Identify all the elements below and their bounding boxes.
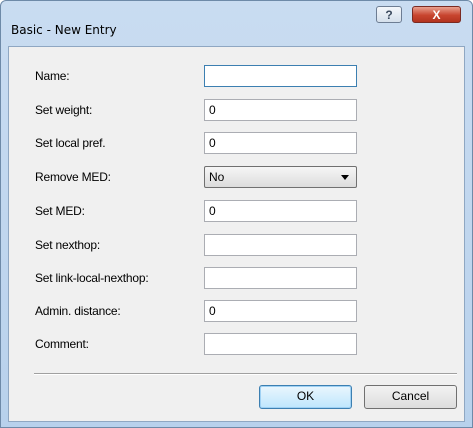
title-bar[interactable]: Basic - New Entry ? X <box>1 1 472 37</box>
admin-distance-label: Admin. distance: <box>35 304 121 318</box>
set-local-pref-row: Set local pref. 0 <box>9 132 464 154</box>
dialog-window: Basic - New Entry ? X Name: Set weight: … <box>0 0 473 428</box>
remove-med-value: No <box>209 170 225 184</box>
close-button[interactable]: X <box>412 6 461 23</box>
set-link-local-nexthop-label: Set link-local-nexthop: <box>35 271 149 285</box>
separator <box>34 373 457 375</box>
set-local-pref-input[interactable]: 0 <box>204 132 357 154</box>
comment-row: Comment: <box>9 333 464 355</box>
remove-med-label: Remove MED: <box>35 170 111 184</box>
name-input[interactable] <box>204 65 357 87</box>
name-label: Name: <box>35 69 70 83</box>
chevron-down-icon <box>341 175 349 180</box>
name-row: Name: <box>9 65 464 87</box>
set-nexthop-row: Set nexthop: <box>9 234 464 256</box>
set-link-local-nexthop-row: Set link-local-nexthop: <box>9 267 464 289</box>
remove-med-row: Remove MED: No <box>9 166 464 188</box>
admin-distance-row: Admin. distance: 0 <box>9 300 464 322</box>
set-nexthop-label: Set nexthop: <box>35 238 100 252</box>
set-med-label: Set MED: <box>35 204 85 218</box>
set-link-local-nexthop-input[interactable] <box>204 267 357 289</box>
set-med-row: Set MED: 0 <box>9 200 464 222</box>
comment-input[interactable] <box>204 333 357 355</box>
ok-button[interactable]: OK <box>259 385 352 409</box>
help-button[interactable]: ? <box>376 6 402 23</box>
question-mark-icon: ? <box>385 8 393 22</box>
admin-distance-input[interactable]: 0 <box>204 300 357 322</box>
set-weight-input[interactable]: 0 <box>204 99 357 121</box>
close-icon: X <box>432 8 441 22</box>
comment-label: Comment: <box>35 337 89 351</box>
window-title: Basic - New Entry <box>11 23 117 37</box>
dialog-body: Name: Set weight: 0 Set local pref. 0 Re… <box>8 46 465 422</box>
set-nexthop-input[interactable] <box>204 234 357 256</box>
set-weight-label: Set weight: <box>35 103 93 117</box>
remove-med-select[interactable]: No <box>204 166 357 188</box>
set-med-input[interactable]: 0 <box>204 200 357 222</box>
set-weight-row: Set weight: 0 <box>9 99 464 121</box>
cancel-button[interactable]: Cancel <box>364 385 457 409</box>
set-local-pref-label: Set local pref. <box>35 136 106 150</box>
